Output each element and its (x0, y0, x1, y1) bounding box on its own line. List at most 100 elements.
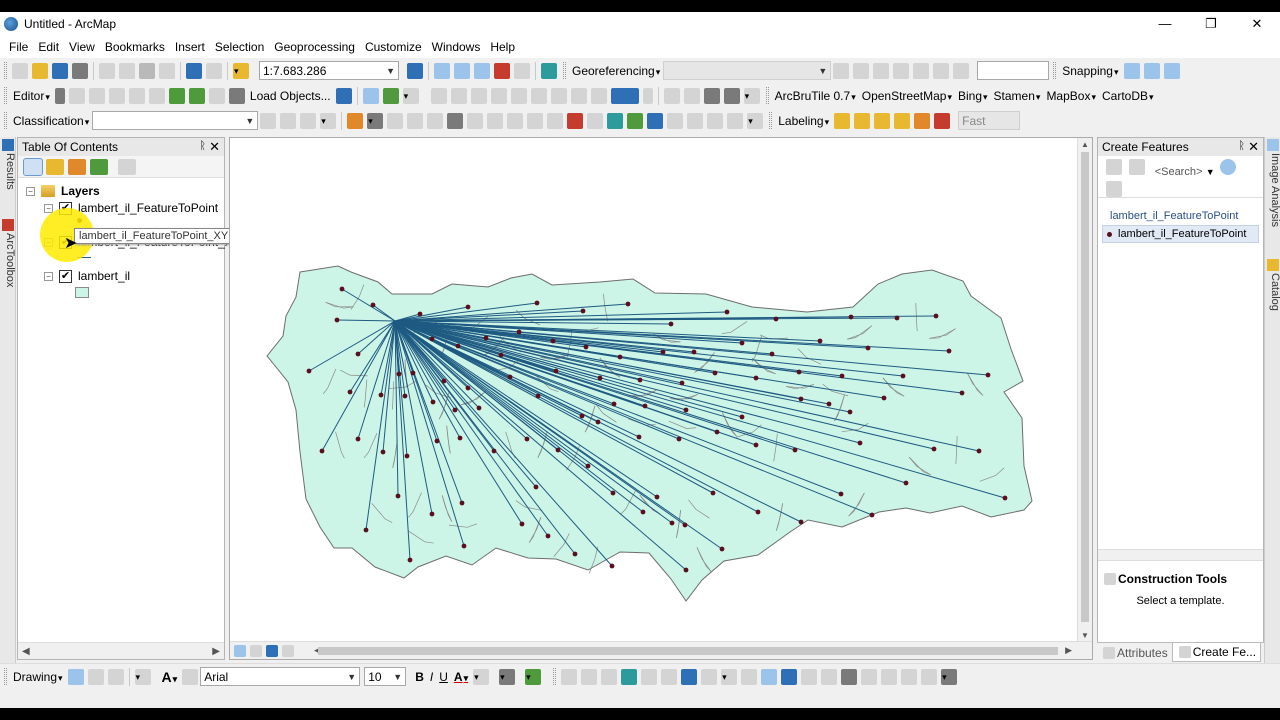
feature-point[interactable] (459, 500, 465, 506)
feature-point[interactable] (550, 338, 556, 344)
feature-point[interactable] (773, 316, 779, 322)
feature-point[interactable] (839, 373, 845, 379)
feature-point[interactable] (555, 447, 561, 453)
feature-point[interactable] (402, 393, 408, 399)
menu-help[interactable]: Help (485, 40, 520, 54)
feature-point[interactable] (363, 527, 369, 533)
basemap-cartodb[interactable]: CartoDB (1099, 89, 1157, 103)
select-features-icon[interactable] (721, 668, 738, 685)
menu-insert[interactable]: Insert (170, 40, 210, 54)
scroll-thumb[interactable] (318, 647, 1058, 655)
list-by-drawing-order-icon[interactable] (23, 157, 43, 176)
feature-point[interactable] (306, 368, 312, 374)
font-size-combo[interactable]: 10 ▼ (364, 667, 407, 686)
feature-point[interactable] (933, 313, 939, 319)
layers-root[interactable]: − Layers (26, 184, 100, 198)
feature-point[interactable] (900, 373, 906, 379)
pause-drawing-button[interactable] (282, 644, 294, 657)
chevron-down-icon[interactable]: ▼ (1206, 167, 1215, 177)
feature-point[interactable] (498, 352, 504, 358)
feature-point[interactable] (516, 329, 522, 335)
feature-point[interactable] (640, 509, 646, 515)
color-swatch-icon[interactable] (610, 87, 639, 104)
feature-point[interactable] (380, 449, 386, 455)
attributes-icon[interactable] (362, 87, 379, 104)
paste-icon[interactable] (139, 62, 155, 79)
save-icon[interactable] (52, 62, 68, 79)
more-tools-icon[interactable] (743, 87, 760, 104)
feature-point[interactable] (524, 436, 530, 442)
transform-icon[interactable] (647, 112, 664, 129)
menu-customize[interactable]: Customize (360, 40, 427, 54)
feature-point[interactable] (355, 351, 361, 357)
print-preview-icon[interactable] (703, 87, 720, 104)
feature-point[interactable] (507, 374, 513, 380)
classification-menu[interactable]: Classification (10, 114, 92, 128)
export-map-icon[interactable] (723, 87, 740, 104)
feature-point[interactable] (452, 407, 458, 413)
feature-point[interactable] (712, 370, 718, 376)
feature-point[interactable] (798, 396, 804, 402)
reshape-icon[interactable] (188, 87, 205, 104)
map-canvas[interactable] (230, 138, 1078, 642)
collapse-icon[interactable]: − (44, 271, 53, 281)
search-icon[interactable] (1220, 159, 1236, 175)
load-objects-button[interactable]: Load Objects... (247, 89, 334, 103)
feature-point[interactable] (865, 345, 871, 351)
create-features-tab[interactable]: Create Fe... (1171, 643, 1262, 662)
forward-extent-icon[interactable] (701, 668, 718, 685)
identify-icon[interactable] (781, 668, 798, 685)
print-icon[interactable] (72, 62, 88, 79)
scroll-thumb[interactable] (1081, 152, 1089, 622)
map-scale-combo[interactable]: 1:7.683.286 ▼ (259, 61, 399, 80)
close-button[interactable]: ✕ (1234, 12, 1280, 36)
feature-point[interactable] (682, 522, 688, 528)
fixed-zoom-in-icon[interactable] (641, 668, 658, 685)
snapping-menu[interactable]: Snapping (1059, 64, 1121, 78)
feature-point[interactable] (753, 375, 759, 381)
basemap-arcbrutile[interactable]: ArcBruTile 0.7 (772, 89, 859, 103)
scroll-left-icon[interactable]: ◀ (22, 646, 30, 657)
feature-point[interactable] (869, 512, 875, 518)
scroll-up-icon[interactable]: ▲ (1081, 140, 1089, 149)
view-unplaced-icon[interactable] (934, 112, 951, 129)
refresh-icon[interactable] (335, 87, 352, 104)
basemap-bing[interactable]: Bing (955, 89, 991, 103)
basemap-mapbox[interactable]: MapBox (1043, 89, 1099, 103)
feature-point[interactable] (739, 414, 745, 420)
arctoolbox-tab[interactable]: ArcToolbox (0, 217, 16, 317)
feature-point[interactable] (579, 413, 585, 419)
feature-point[interactable] (857, 440, 863, 446)
underline-button[interactable]: U (436, 670, 451, 684)
feature-point[interactable] (396, 371, 402, 377)
point-snapping-icon[interactable] (1123, 62, 1140, 79)
feature-point[interactable] (476, 405, 482, 411)
feature-point[interactable] (339, 286, 345, 292)
feature-point[interactable] (545, 533, 551, 539)
edit-text-icon[interactable] (182, 668, 199, 685)
table-frame-icon[interactable] (447, 112, 464, 129)
find-route-icon[interactable] (881, 668, 898, 685)
sketch-properties-icon[interactable] (382, 87, 399, 104)
maximize-button[interactable]: ❐ (1188, 12, 1234, 36)
feature-point[interactable] (410, 370, 416, 376)
feature-point[interactable] (792, 447, 798, 453)
feature-point[interactable] (465, 385, 471, 391)
menu-bookmarks[interactable]: Bookmarks (100, 40, 170, 54)
feature-point[interactable] (881, 395, 887, 401)
feature-point[interactable] (417, 311, 423, 317)
feature-point[interactable] (798, 519, 804, 525)
add-data-icon[interactable] (233, 62, 249, 79)
feature-point[interactable] (585, 463, 591, 469)
feature-point[interactable] (710, 490, 716, 496)
vertex-snapping-icon[interactable] (1163, 62, 1180, 79)
feature-point[interactable] (847, 409, 853, 415)
feature-point[interactable] (461, 543, 467, 549)
line-color-icon[interactable] (499, 668, 516, 685)
feature-point[interactable] (553, 368, 559, 374)
feature-point[interactable] (739, 340, 745, 346)
feature-point[interactable] (319, 448, 325, 454)
results-tab[interactable]: Results (0, 137, 16, 207)
catalog-tab[interactable]: Catalog (1265, 257, 1280, 327)
layer-name[interactable]: lambert_il (78, 269, 130, 283)
